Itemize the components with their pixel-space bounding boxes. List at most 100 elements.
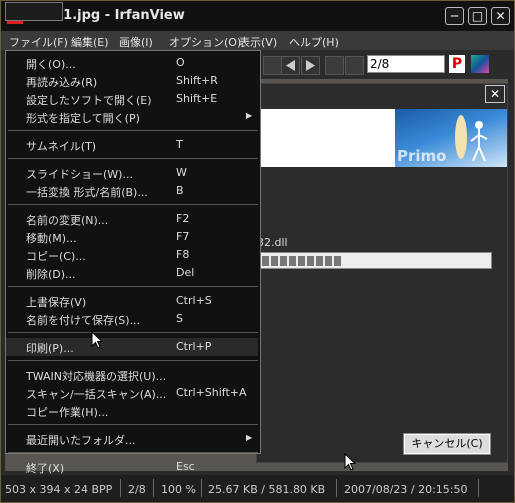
menu-item-shortcut: W: [176, 166, 187, 179]
progress-segment: [298, 256, 305, 266]
file-menu-item[interactable]: TWAIN対応機器の選択(U)...: [6, 366, 258, 384]
menu-item-label: 移動(M)...: [26, 232, 77, 245]
file-menu-item[interactable]: 開く(O)... O: [6, 54, 258, 72]
menu-item-label: コピー作業(H)...: [26, 406, 109, 419]
menu-separator: [8, 204, 258, 205]
menu-separator: [8, 332, 258, 333]
progress-segment: [316, 256, 323, 266]
menu-item-label: 最近開いたフォルダ...: [26, 434, 136, 447]
menu-item-label: 名前の変更(N)...: [26, 214, 109, 227]
file-menu-item[interactable]: サムネイル(T) T: [6, 136, 258, 154]
menu-item-shortcut: T: [176, 138, 183, 151]
file-menu-item[interactable]: コピー作業(H)...: [6, 402, 258, 420]
menu-item-label: 設定したソフトで開く(E): [26, 94, 152, 107]
file-menu-item[interactable]: 上書保存(V) Ctrl+S: [6, 292, 258, 310]
submenu-arrow-icon: ▶: [246, 433, 253, 442]
dll-filename: 32.dll: [257, 236, 288, 249]
menu-item-label: TWAIN対応機器の選択(U)...: [26, 370, 167, 383]
file-menu-item[interactable]: 名前を付けて保存(S)... S: [6, 310, 258, 328]
banner-image: Primo: [395, 109, 507, 167]
prev-arrow-icon[interactable]: [281, 56, 300, 75]
menu-item-label: スキャン/一括スキャン(A)...: [26, 388, 167, 401]
menu-file[interactable]: [5, 2, 63, 21]
menu-item-shortcut: S: [176, 312, 183, 325]
menu-separator: [8, 424, 258, 425]
file-menu-item[interactable]: スキャン/一括スキャン(A)... Ctrl+Shift+A: [6, 384, 258, 402]
file-menu-item[interactable]: 最近開いたフォルダ... ▶: [6, 430, 258, 448]
mouse-cursor-icon-2: [344, 453, 357, 471]
menu-separator: [8, 452, 258, 453]
minimize-button[interactable]: ─: [445, 7, 464, 25]
file-menu-item[interactable]: 設定したソフトで開く(E) Shift+E: [6, 90, 258, 108]
toolbar-blank-button[interactable]: [325, 56, 344, 75]
menu-separator: [8, 286, 258, 287]
menu-item-label: 一括変換 形式/名前(B)...: [26, 186, 148, 199]
progress-segment: [262, 256, 269, 266]
menu-separator: [8, 158, 258, 159]
menu-item-label: スライドショー(W)...: [26, 168, 133, 181]
status-zoom: 100 %: [161, 483, 196, 496]
submenu-arrow-icon: ▶: [246, 111, 253, 120]
menu-separator: [8, 360, 258, 361]
paint-p-icon[interactable]: P: [449, 55, 465, 73]
status-datetime: 2007/08/23 / 20:15:50: [344, 483, 468, 496]
menu-item-label: 開く(O)...: [26, 58, 76, 71]
next-arrow-icon[interactable]: [301, 56, 320, 75]
progress-segment: [334, 256, 341, 266]
menu-item-label: 削除(D)...: [26, 268, 76, 281]
menu-item-shortcut: F2: [176, 212, 190, 225]
maximize-button[interactable]: □: [468, 7, 487, 25]
menu-item-label: サムネイル(T): [26, 140, 97, 153]
progress-segment: [307, 256, 314, 266]
menu-item-shortcut: Del: [176, 266, 195, 279]
progress-segment: [280, 256, 287, 266]
file-menu-item[interactable]: 名前の変更(N)... F2: [6, 210, 258, 228]
file-menu-item[interactable]: 再読み込み(R) Shift+R: [6, 72, 258, 90]
menu-item-label: 印刷(P)...: [26, 342, 74, 355]
menu-image[interactable]: 画像(I): [119, 34, 153, 50]
effects-icon[interactable]: [471, 55, 489, 73]
menu-item-shortcut: F7: [176, 230, 190, 243]
menu-item-shortcut: Shift+R: [176, 74, 218, 87]
cancel-button[interactable]: キャンセル(C): [403, 433, 491, 455]
menu-item-label: 再読み込み(R): [26, 76, 98, 89]
page-input[interactable]: 2/8: [367, 55, 445, 73]
file-menu-item[interactable]: 一括変換 形式/名前(B)... B: [6, 182, 258, 200]
progress-bar: [258, 252, 492, 269]
zoom-icon[interactable]: [263, 56, 282, 75]
progress-segment: [289, 256, 296, 266]
menu-item-label: 名前を付けて保存(S)...: [26, 314, 141, 327]
menu-view[interactable]: 表示(V): [239, 34, 277, 50]
toolbar-blank-button-2[interactable]: [345, 56, 364, 75]
close-button[interactable]: ✕: [491, 7, 510, 25]
menu-help[interactable]: ヘルプ(H): [289, 34, 339, 50]
file-menu-item[interactable]: 削除(D)... Del: [6, 264, 258, 282]
menu-item-label: 形式を指定して開く(P): [26, 112, 140, 125]
menu-item-label: 上書保存(V): [26, 296, 87, 309]
status-page: 2/8: [128, 483, 146, 496]
menu-item-label: 終了(X): [26, 462, 65, 475]
status-filesize: 25.67 KB / 581.80 KB: [208, 483, 326, 496]
menu-item-shortcut: B: [176, 184, 184, 197]
file-menu-item[interactable]: 終了(X) Esc: [6, 458, 258, 476]
menu-item-shortcut: O: [176, 56, 185, 69]
file-menu-item[interactable]: スライドショー(W)... W: [6, 164, 258, 182]
status-dimensions: 503 x 394 x 24 BPP: [5, 483, 113, 496]
file-menu-item[interactable]: 形式を指定して開く(P) ▶: [6, 108, 258, 126]
menu-item-shortcut: Ctrl+Shift+A: [176, 386, 247, 399]
banner-text: Primo: [397, 147, 447, 165]
file-menu-item[interactable]: コピー(C)... F8: [6, 246, 258, 264]
file-menu-item[interactable]: 印刷(P)... Ctrl+P: [6, 338, 258, 356]
menu-separator: [8, 130, 258, 131]
menu-options[interactable]: オプション(O): [169, 34, 241, 50]
file-menu-item[interactable]: 移動(M)... F7: [6, 228, 258, 246]
progress-segment: [271, 256, 278, 266]
menu-edit[interactable]: 編集(E): [71, 34, 109, 50]
app-window: ✱ 00001.jpg - IrfanView ─ □ ✕ ファイル(F) 編集…: [0, 0, 515, 503]
menu-item-shortcut: F8: [176, 248, 190, 261]
file-menu-dropdown: 開く(O)... O 再読み込み(R) Shift+R 設定したソフトで開く(E) Shi…: [5, 50, 261, 475]
dialog-close-button[interactable]: ✕: [485, 85, 505, 103]
menu-file-label[interactable]: ファイル(F): [9, 34, 68, 50]
menu-item-shortcut: Ctrl+S: [176, 294, 212, 307]
mouse-cursor-icon: [91, 331, 104, 349]
